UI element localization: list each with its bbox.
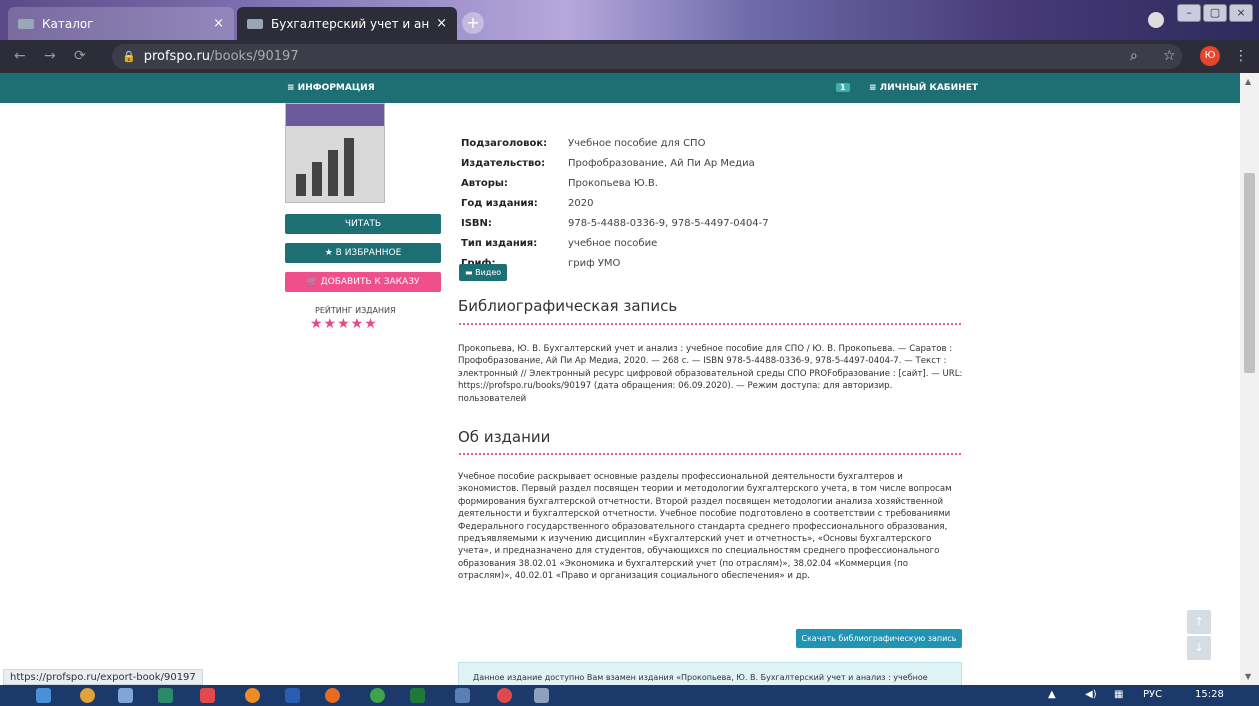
tray-lang[interactable]: РУС bbox=[1143, 689, 1162, 700]
rating-label: РЕЙТИНГ ИЗДАНИЯ bbox=[315, 306, 396, 315]
nav-info-link[interactable]: ≡ ИНФОРМАЦИЯ bbox=[287, 83, 375, 93]
window-controls: – ▢ × bbox=[1177, 4, 1253, 22]
biblio-text: Прокопьева, Ю. В. Бухгалтерский учет и а… bbox=[458, 344, 963, 404]
page-scrollbar[interactable]: ▲ ▼ bbox=[1240, 73, 1259, 685]
zoom-icon[interactable]: ⌕ bbox=[1130, 48, 1138, 64]
close-window-button[interactable]: × bbox=[1229, 4, 1253, 22]
tab-label: Каталог bbox=[42, 16, 94, 31]
start-icon[interactable] bbox=[36, 688, 51, 703]
title-bar: Каталог × Бухгалтерский учет и анализ × … bbox=[0, 0, 1259, 40]
about-title: Об издании bbox=[458, 428, 551, 446]
access-notice: Данное издание доступно Вам взамен издан… bbox=[458, 662, 962, 686]
browser-window: Каталог × Бухгалтерский учет и анализ × … bbox=[0, 0, 1259, 706]
avatar[interactable]: Ю bbox=[1200, 46, 1220, 66]
nav-cabinet-link[interactable]: ≡ ЛИЧНЫЙ КАБИНЕТ bbox=[869, 83, 978, 93]
download-citation-button[interactable]: Скачать библиографическую запись bbox=[796, 629, 962, 648]
app-icon[interactable] bbox=[370, 688, 385, 703]
scrollbar-thumb[interactable] bbox=[1244, 173, 1255, 373]
tab-label: Бухгалтерский учет и анализ bbox=[271, 16, 430, 31]
app-icon[interactable] bbox=[455, 688, 470, 703]
section-divider bbox=[458, 323, 962, 325]
word-icon[interactable] bbox=[285, 688, 300, 703]
firefox-icon[interactable] bbox=[325, 688, 340, 703]
volume-icon[interactable]: ◀) bbox=[1085, 689, 1097, 700]
network-icon[interactable]: ▦ bbox=[1114, 689, 1123, 700]
yandex-icon[interactable] bbox=[200, 688, 215, 703]
notifications-badge[interactable]: 1 bbox=[836, 83, 850, 92]
address-bar: ← → ⟳ 🔒 profspo.ru/books/90197 ⌕ ☆ Ю ⋮ bbox=[0, 40, 1259, 73]
tab-close-icon[interactable]: × bbox=[213, 16, 224, 31]
back-icon[interactable]: ← bbox=[14, 48, 26, 64]
site-navigation: ≡ ИНФОРМАЦИЯ 1 ≡ ЛИЧНЫЙ КАБИНЕТ bbox=[0, 73, 1240, 103]
calculator-icon[interactable] bbox=[118, 688, 133, 703]
detail-key: Год издания: bbox=[461, 198, 538, 209]
read-button[interactable]: ЧИТАТЬ bbox=[285, 214, 441, 234]
tab-close-icon[interactable]: × bbox=[436, 16, 447, 31]
tray-arrow-icon[interactable]: ▲ bbox=[1048, 689, 1056, 700]
new-tab-button[interactable]: + bbox=[462, 12, 484, 34]
scroll-to-bottom-button[interactable]: ↓ bbox=[1187, 636, 1211, 660]
bookmark-star-icon[interactable]: ☆ bbox=[1163, 48, 1176, 64]
detail-value: Учебное пособие для СПО bbox=[568, 138, 706, 149]
lock-icon: 🔒 bbox=[122, 50, 136, 63]
tab-catalog[interactable]: Каталог × bbox=[8, 7, 234, 40]
detail-value: учебное пособие bbox=[568, 238, 658, 249]
tab-favicon-icon bbox=[247, 18, 263, 29]
app-icon[interactable] bbox=[245, 688, 260, 703]
tab-book[interactable]: Бухгалтерский учет и анализ × bbox=[237, 7, 457, 40]
minimize-button[interactable]: – bbox=[1177, 4, 1201, 22]
link-status-url: https://profspo.ru/export-book/90197 bbox=[3, 669, 203, 685]
scroll-up-icon[interactable]: ▲ bbox=[1245, 77, 1251, 86]
app-icon[interactable] bbox=[158, 688, 173, 703]
detail-value: 978-5-4488-0336-9, 978-5-4497-0404-7 bbox=[568, 218, 769, 229]
add-to-favorites-button[interactable]: ★ В ИЗБРАННОЕ bbox=[285, 243, 441, 263]
profile-menu-icon[interactable] bbox=[1148, 12, 1164, 28]
url-input[interactable]: 🔒 profspo.ru/books/90197 bbox=[112, 44, 1182, 69]
scroll-down-icon[interactable]: ▼ bbox=[1245, 672, 1251, 681]
detail-key: Издательство: bbox=[461, 158, 546, 169]
yandex-browser-icon[interactable] bbox=[497, 688, 512, 703]
windows-taskbar: ▲ ◀) ▦ РУС 15:28 bbox=[0, 685, 1259, 706]
url-host: profspo.ru bbox=[143, 49, 211, 64]
scroll-to-top-button[interactable]: ↑ bbox=[1187, 610, 1211, 634]
detail-key: Тип издания: bbox=[461, 238, 538, 249]
detail-key: Авторы: bbox=[461, 178, 508, 189]
chrome-icon[interactable] bbox=[80, 688, 95, 703]
forward-icon[interactable]: → bbox=[44, 48, 56, 64]
detail-value: Прокопьева Ю.В. bbox=[568, 178, 658, 189]
rating-stars[interactable]: ★★★★★ bbox=[310, 316, 378, 332]
tray-clock[interactable]: 15:28 bbox=[1195, 689, 1224, 700]
tab-favicon-icon bbox=[18, 18, 34, 29]
detail-value: Профобразование, Ай Пи Ар Медиа bbox=[568, 158, 755, 169]
video-button[interactable]: ▬ Видео bbox=[459, 264, 508, 281]
excel-icon[interactable] bbox=[410, 688, 425, 703]
section-divider bbox=[458, 453, 962, 455]
book-cover-image[interactable] bbox=[285, 103, 385, 203]
menu-kebab-icon[interactable]: ⋮ bbox=[1234, 48, 1248, 64]
reload-icon[interactable]: ⟳ bbox=[74, 48, 86, 64]
chrome-active-icon[interactable] bbox=[534, 688, 549, 703]
add-to-order-button[interactable]: 🛒 ДОБАВИТЬ К ЗАКАЗУ bbox=[285, 272, 441, 292]
detail-value: гриф УМО bbox=[568, 258, 621, 269]
detail-value: 2020 bbox=[568, 198, 594, 209]
cover-chart-graphic bbox=[296, 138, 354, 196]
url-path: /books/90197 bbox=[210, 49, 299, 64]
detail-key: Подзаголовок: bbox=[461, 138, 548, 149]
maximize-button[interactable]: ▢ bbox=[1203, 4, 1227, 22]
detail-key: ISBN: bbox=[461, 218, 492, 229]
biblio-title: Библиографическая запись bbox=[458, 297, 678, 315]
about-text: Учебное пособие раскрывает основные разд… bbox=[458, 472, 952, 582]
